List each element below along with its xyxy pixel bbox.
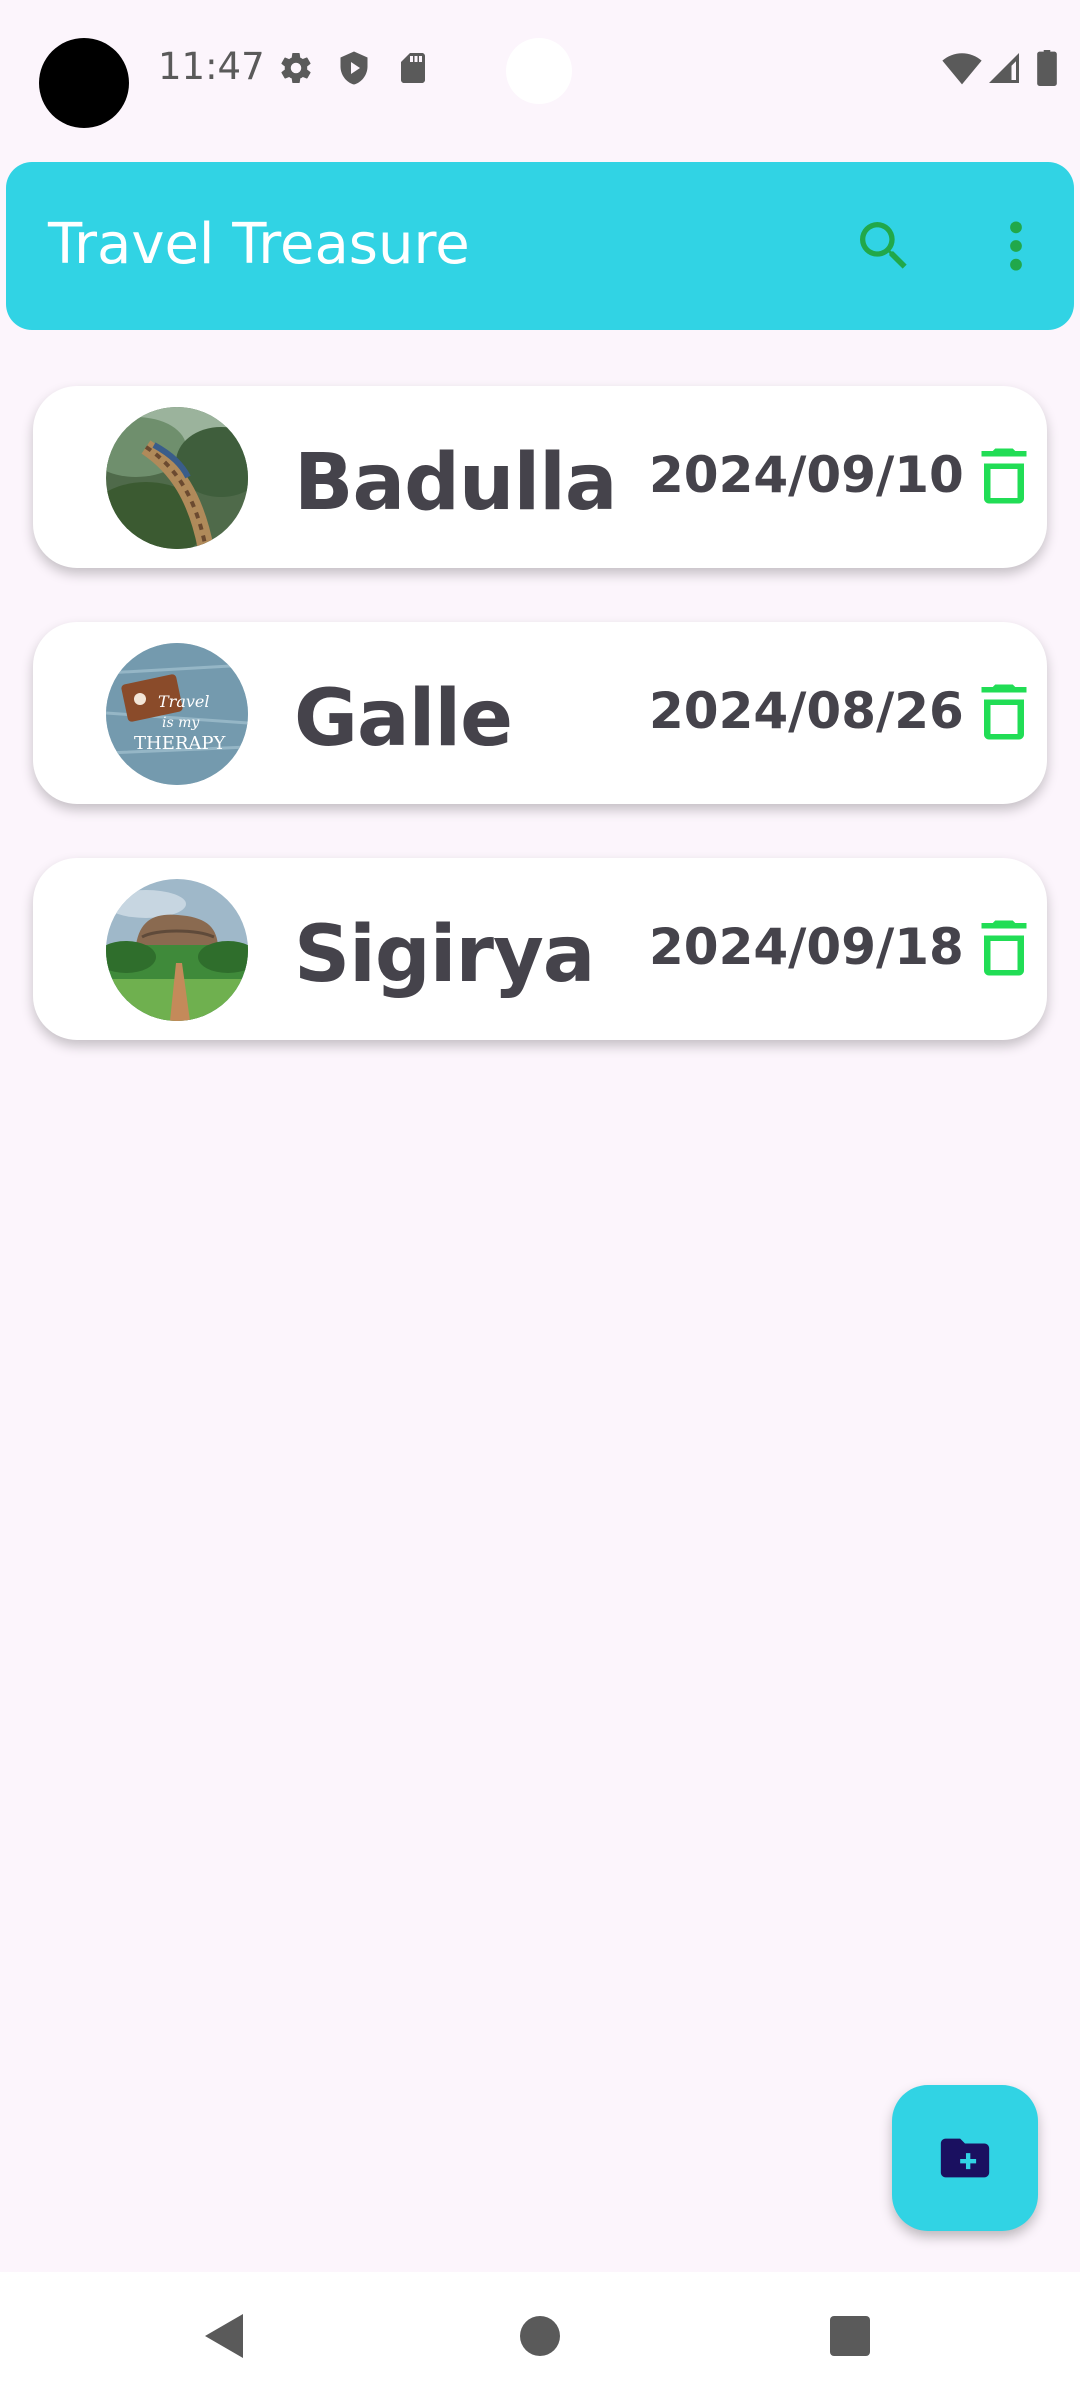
sd-card-icon xyxy=(395,50,431,86)
trip-date: 2024/08/26 xyxy=(649,682,964,740)
trip-card-sigirya[interactable]: Sigirya 2024/09/18 xyxy=(33,858,1047,1040)
svg-text:is my: is my xyxy=(162,715,200,731)
home-nav-button[interactable] xyxy=(520,2316,560,2356)
trip-name: Sigirya xyxy=(294,910,595,1000)
delete-icon[interactable] xyxy=(979,446,1029,506)
trip-card-galle[interactable]: Travel is my THERAPY Galle 2024/08/26 xyxy=(33,622,1047,804)
svg-text:Travel: Travel xyxy=(158,692,209,711)
battery-icon xyxy=(1036,50,1060,86)
delete-icon[interactable] xyxy=(979,682,1029,742)
trip-name: Galle xyxy=(294,674,513,764)
trip-thumbnail-galle: Travel is my THERAPY xyxy=(106,643,248,785)
trip-card-badulla[interactable]: Badulla 2024/09/10 xyxy=(33,386,1047,568)
app-bar: Travel Treasure xyxy=(6,162,1074,330)
trip-name: Badulla xyxy=(294,438,618,528)
wifi-icon xyxy=(942,50,982,86)
recents-nav-button[interactable] xyxy=(830,2316,870,2356)
search-icon[interactable] xyxy=(852,214,916,278)
navigation-bar xyxy=(0,2272,1080,2400)
trip-thumbnail-badulla xyxy=(106,407,248,549)
camera-cutout xyxy=(39,38,129,128)
back-nav-button[interactable] xyxy=(203,2312,245,2365)
trip-date: 2024/09/10 xyxy=(649,446,964,504)
screen: 11:47 Travel Treasure Badulla 2024/09/10… xyxy=(0,0,1080,2400)
gear-icon xyxy=(278,50,314,86)
signal-icon xyxy=(986,50,1022,86)
svg-text:THERAPY: THERAPY xyxy=(134,733,227,754)
create-new-folder-icon xyxy=(940,2138,990,2178)
shield-icon xyxy=(336,50,372,86)
status-bar: 11:47 xyxy=(0,0,1080,140)
trip-date: 2024/09/18 xyxy=(649,918,964,976)
camera-punch-hole xyxy=(506,38,572,104)
trip-thumbnail-sigirya xyxy=(106,879,248,1021)
more-vert-icon[interactable] xyxy=(990,214,1042,278)
delete-icon[interactable] xyxy=(979,918,1029,978)
status-time: 11:47 xyxy=(158,45,265,88)
add-folder-fab[interactable] xyxy=(892,2085,1038,2231)
app-title: Travel Treasure xyxy=(48,212,470,277)
